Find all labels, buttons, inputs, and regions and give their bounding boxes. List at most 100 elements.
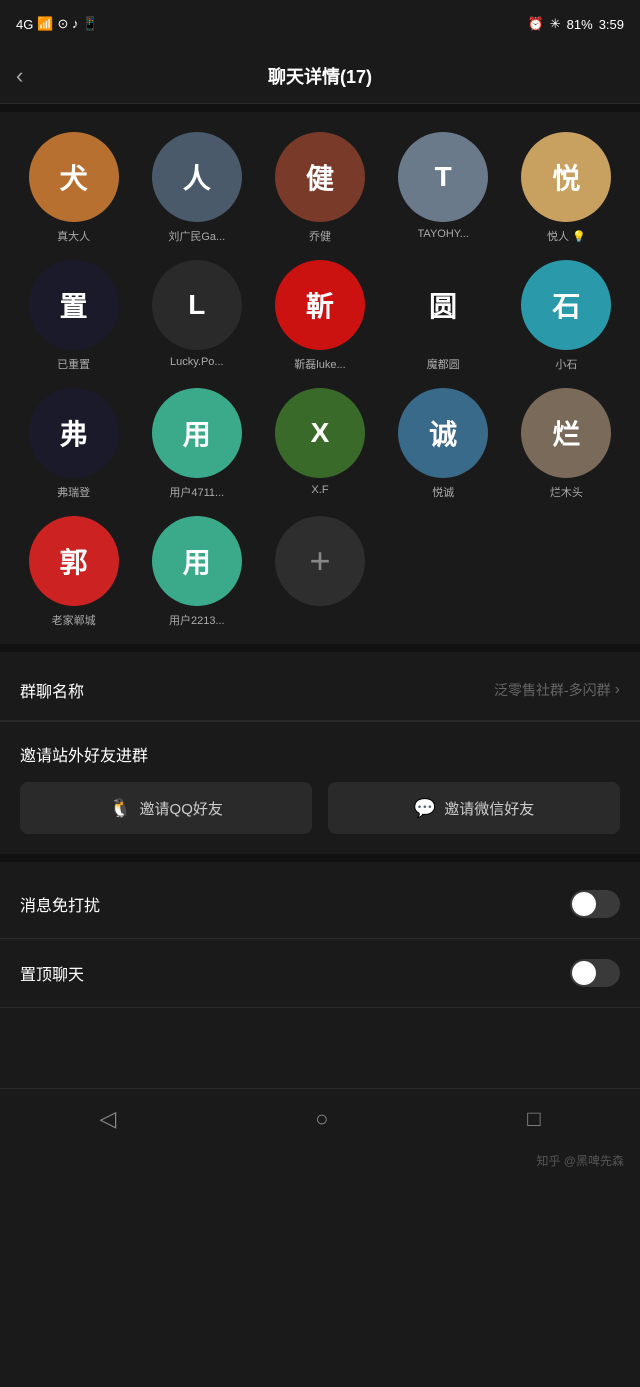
time-label: 3:59 bbox=[599, 17, 624, 32]
battery-label: 81% bbox=[567, 17, 593, 32]
pin-label: 置顶聊天 bbox=[20, 961, 84, 985]
member-name: 弗瑞登 bbox=[57, 484, 90, 500]
avatar: 石 bbox=[521, 260, 611, 350]
invite-buttons: 🐧 邀请QQ好友 💬 邀请微信好友 bbox=[20, 782, 620, 854]
avatar: 弗 bbox=[29, 388, 119, 478]
member-item[interactable]: 石小石 bbox=[509, 260, 624, 372]
invite-qq-button[interactable]: 🐧 邀请QQ好友 bbox=[20, 782, 312, 834]
member-item[interactable]: 置已重置 bbox=[16, 260, 131, 372]
avatar: 犬 bbox=[29, 132, 119, 222]
member-item[interactable]: 烂烂木头 bbox=[509, 388, 624, 500]
home-nav-button[interactable]: ○ bbox=[315, 1106, 328, 1132]
member-name: 悦诚 bbox=[432, 484, 454, 500]
member-item[interactable]: 弗弗瑞登 bbox=[16, 388, 131, 500]
wifi-icon: 📶 bbox=[37, 16, 53, 32]
avatar: T bbox=[398, 132, 488, 222]
member-name: 真大人 bbox=[57, 228, 90, 244]
group-name-value: 泛零售社群-多闪群 › bbox=[494, 680, 620, 700]
avatar: X bbox=[275, 388, 365, 478]
avatar: 健 bbox=[275, 132, 365, 222]
mute-toggle[interactable] bbox=[570, 890, 620, 918]
back-nav-button[interactable]: ◁ bbox=[99, 1106, 116, 1132]
credit-text: 知乎 @黑啤先森 bbox=[0, 1148, 640, 1173]
member-item[interactable]: 人刘广民Ga... bbox=[139, 132, 254, 244]
toggle-section: 消息免打扰 置顶聊天 bbox=[0, 870, 640, 1008]
member-name: 用户4711... bbox=[169, 484, 224, 500]
invite-title: 邀请站外好友进群 bbox=[20, 742, 620, 766]
avatar: 置 bbox=[29, 260, 119, 350]
invite-wechat-button[interactable]: 💬 邀请微信好友 bbox=[328, 782, 620, 834]
mute-label: 消息免打扰 bbox=[20, 892, 100, 916]
avatar: 悦 bbox=[521, 132, 611, 222]
member-item[interactable]: 郭老家郸城 bbox=[16, 516, 131, 628]
status-right: ⏰ ✳ 81% 3:59 bbox=[528, 16, 624, 32]
invite-section: 邀请站外好友进群 🐧 邀请QQ好友 💬 邀请微信好友 bbox=[0, 721, 640, 854]
member-name: 刘广民Ga... bbox=[168, 228, 225, 244]
avatar: 烂 bbox=[521, 388, 611, 478]
pin-toggle[interactable] bbox=[570, 959, 620, 987]
status-bar: 4G 📶 ⊙ ♪ 📱 ⏰ ✳ 81% 3:59 bbox=[0, 0, 640, 48]
member-name: 烂木头 bbox=[550, 484, 583, 500]
member-name: 悦人 💡 bbox=[547, 228, 586, 244]
member-name: 魔都圆 bbox=[427, 356, 460, 372]
add-member-button[interactable]: + bbox=[275, 516, 365, 606]
member-item[interactable]: 诚悦诚 bbox=[386, 388, 501, 500]
avatar: 用 bbox=[152, 388, 242, 478]
member-name: 靳磊luke... bbox=[294, 356, 345, 372]
member-name: 已重置 bbox=[57, 356, 90, 372]
avatar: L bbox=[152, 260, 242, 350]
bluetooth-icon: ✳ bbox=[550, 16, 561, 32]
avatar: 人 bbox=[152, 132, 242, 222]
alarm-icon: ⏰ bbox=[528, 16, 544, 32]
recent-nav-button[interactable]: □ bbox=[527, 1106, 540, 1132]
extra-icons: ⊙ ♪ 📱 bbox=[58, 16, 99, 32]
wechat-button-label: 邀请微信好友 bbox=[444, 798, 534, 819]
member-name: TAYOHY... bbox=[418, 228, 469, 240]
avatar: 郭 bbox=[29, 516, 119, 606]
members-grid: 犬真大人人刘广民Ga...健乔健TTAYOHY...悦悦人 💡置已重置LLuck… bbox=[16, 132, 624, 628]
member-name: Lucky.Po... bbox=[170, 356, 224, 368]
member-item[interactable]: L Lucky.Po... bbox=[139, 260, 254, 372]
member-name: 乔健 bbox=[309, 228, 331, 244]
member-item[interactable]: T TAYOHY... bbox=[386, 132, 501, 244]
pin-toggle-knob bbox=[572, 961, 596, 985]
avatar: 圆 bbox=[398, 260, 488, 350]
mid-divider bbox=[0, 644, 640, 652]
member-item[interactable]: 用用户4711... bbox=[139, 388, 254, 500]
toggle-divider bbox=[0, 854, 640, 862]
top-divider bbox=[0, 104, 640, 112]
wechat-icon: 💬 bbox=[414, 798, 436, 819]
qq-button-label: 邀请QQ好友 bbox=[140, 798, 223, 819]
settings-section: 群聊名称 泛零售社群-多闪群 › bbox=[0, 660, 640, 721]
group-name-row[interactable]: 群聊名称 泛零售社群-多闪群 › bbox=[0, 660, 640, 721]
avatar: 靳 bbox=[275, 260, 365, 350]
pin-row: 置顶聊天 bbox=[0, 939, 640, 1008]
qq-icon: 🐧 bbox=[109, 798, 131, 819]
group-name-text: 泛零售社群-多闪群 bbox=[494, 680, 611, 700]
member-item[interactable]: 圆魔都圆 bbox=[386, 260, 501, 372]
member-name: 用户2213... bbox=[169, 612, 225, 628]
member-name: 小石 bbox=[555, 356, 577, 372]
signal-icon: 4G bbox=[16, 17, 33, 32]
member-item[interactable]: 靳靳磊luke... bbox=[262, 260, 377, 372]
bottom-nav: ◁ ○ □ bbox=[0, 1088, 640, 1148]
member-item[interactable]: 悦悦人 💡 bbox=[509, 132, 624, 244]
mute-row: 消息免打扰 bbox=[0, 870, 640, 939]
group-name-label: 群聊名称 bbox=[20, 678, 84, 702]
avatar: 诚 bbox=[398, 388, 488, 478]
status-left: 4G 📶 ⊙ ♪ 📱 bbox=[16, 16, 98, 32]
add-member-item[interactable]: + bbox=[262, 516, 377, 628]
member-item[interactable]: X X.F bbox=[262, 388, 377, 500]
member-name: X.F bbox=[311, 484, 328, 496]
member-item[interactable]: 健乔健 bbox=[262, 132, 377, 244]
member-item[interactable]: 用用户2213... bbox=[139, 516, 254, 628]
avatar: 用 bbox=[152, 516, 242, 606]
header: ‹ 聊天详情(17) bbox=[0, 48, 640, 104]
member-name: 老家郸城 bbox=[52, 612, 96, 628]
members-section: 犬真大人人刘广民Ga...健乔健TTAYOHY...悦悦人 💡置已重置LLuck… bbox=[0, 112, 640, 644]
mute-toggle-knob bbox=[572, 892, 596, 916]
back-button[interactable]: ‹ bbox=[16, 63, 23, 89]
page-title: 聊天详情(17) bbox=[268, 63, 372, 89]
member-item[interactable]: 犬真大人 bbox=[16, 132, 131, 244]
chevron-icon: › bbox=[615, 681, 620, 699]
